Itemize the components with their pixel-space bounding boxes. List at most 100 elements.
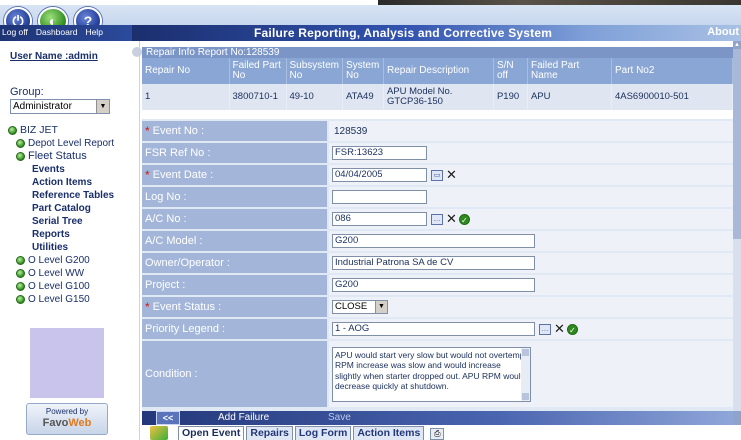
column-header: System No (342, 58, 384, 84)
tree-item-depot-level-report[interactable]: Depot Level Report (8, 137, 114, 150)
tree-item-reference-tables[interactable]: Reference Tables (8, 189, 114, 202)
priority-field[interactable]: 1 - AOG (332, 322, 535, 336)
tab-open-event[interactable]: Open Event (178, 426, 245, 440)
help-label[interactable]: Help (85, 27, 102, 37)
ac-model-field[interactable]: G200 (332, 234, 535, 248)
column-header: Repair No (142, 58, 230, 84)
action-bar: << Add Failure Save (142, 411, 733, 425)
node-bullet-icon (16, 282, 25, 291)
tree-item-utilities[interactable]: Utilities (8, 241, 114, 254)
log-off-label[interactable]: Log off (2, 27, 28, 37)
log-no-field[interactable] (332, 190, 427, 204)
node-bullet-icon (8, 126, 17, 135)
event-no-value: 128539 (334, 125, 368, 137)
clear-icon[interactable]: ✕ (446, 168, 457, 181)
ac-no-cell: 086 … ✕ ✓ (329, 209, 733, 229)
event-date-label: * Event Date : (142, 165, 327, 185)
tree-item-fleet-status[interactable]: Fleet Status (8, 150, 114, 163)
scroll-down-icon[interactable] (733, 411, 741, 425)
tree-item-o-level-g100[interactable]: O Level G100 (8, 280, 114, 293)
repair-table: Repair No Failed Part No Subsystem No Sy… (142, 58, 734, 110)
tree-item-biz-jet[interactable]: BIZ JET (8, 124, 114, 137)
table-cell: 4AS6900010-501 (611, 84, 734, 110)
tree-item-label: O Level WW (28, 268, 85, 279)
fsr-field[interactable]: FSR:13623 (332, 146, 427, 160)
label-text: Owner/Operator : (145, 257, 230, 269)
event-date-cell: 04/04/2005 ▭ ✕ (329, 165, 733, 185)
scroll-up-icon[interactable]: ▲ (733, 41, 741, 49)
tab-log-form[interactable]: Log Form (294, 426, 352, 440)
clear-icon[interactable]: ✕ (554, 322, 565, 335)
priority-label: Priority Legend : (142, 319, 327, 339)
tree-item-action-items[interactable]: Action Items (8, 176, 114, 189)
event-status-row: * Event Status : CLOSE ▼ (142, 297, 733, 317)
required-icon: * (145, 124, 150, 138)
condition-textarea[interactable]: APU would start very slow but would not … (332, 346, 531, 402)
clear-icon[interactable]: ✕ (446, 212, 457, 225)
tab-action-items[interactable]: Action Items (353, 426, 425, 440)
group-select[interactable]: Administrator ▼ (10, 99, 110, 114)
top-icon-label-bar: Log off Dashboard Help (0, 25, 132, 41)
calendar-icon[interactable]: ▭ (431, 169, 443, 181)
tab-repairs[interactable]: Repairs (246, 426, 293, 440)
event-status-select[interactable]: CLOSE ▼ (332, 300, 388, 314)
back-button[interactable]: << (156, 411, 180, 425)
condition-label: Condition : (142, 341, 327, 407)
node-bullet-icon (16, 295, 25, 304)
event-status-label: * Event Status : (142, 297, 327, 317)
tab-bar: Open Event Repairs Log Form Action Items… (142, 425, 741, 440)
priority-row: Priority Legend : 1 - AOG … ✕ ✓ (142, 319, 733, 339)
group-select-value: Administrator (13, 101, 72, 112)
collapse-icon[interactable] (132, 47, 142, 57)
add-failure-button[interactable]: Add Failure (218, 412, 269, 423)
chevron-down-icon[interactable]: ▼ (96, 100, 109, 113)
tree-item-serial-tree[interactable]: Serial Tree (8, 215, 114, 228)
user-name-link[interactable]: User Name :admin (10, 51, 98, 62)
log-no-row: Log No : (142, 187, 733, 207)
textarea-scrollbar[interactable] (521, 347, 530, 401)
tree-item-reports[interactable]: Reports (8, 228, 114, 241)
tree-item-label: Fleet Status (28, 150, 87, 162)
ac-no-row: A/C No : 086 … ✕ ✓ (142, 209, 733, 229)
tree-item-events[interactable]: Events (8, 163, 114, 176)
required-icon: * (145, 300, 150, 314)
scroll-thumb[interactable] (733, 49, 741, 239)
event-date-field[interactable]: 04/04/2005 (332, 168, 427, 182)
tree-item-o-level-g200[interactable]: O Level G200 (8, 254, 114, 267)
label-text: A/C No : (145, 213, 187, 225)
tree-item-o-level-ww[interactable]: O Level WW (8, 267, 114, 280)
owner-field[interactable]: Industrial Patrona SA de CV (332, 256, 535, 270)
ac-no-field[interactable]: 086 (332, 212, 427, 226)
group-label: Group: (10, 86, 44, 98)
confirm-icon[interactable]: ✓ (566, 323, 578, 335)
brand-logo: FavoWeb (27, 417, 107, 429)
label-text: Priority Legend : (145, 323, 226, 335)
confirm-icon[interactable]: ✓ (458, 213, 470, 225)
save-button[interactable]: Save (328, 412, 351, 423)
project-field[interactable]: G200 (332, 278, 535, 292)
table-cell: ATA49 (342, 84, 384, 110)
powered-by-label: Powered by (45, 407, 89, 416)
print-icon[interactable]: ⎙ (430, 428, 445, 440)
table-row[interactable]: 1 3800710-1 49-10 ATA49 APU Model No. GT… (142, 84, 734, 110)
tree-item-o-level-g150[interactable]: O Level G150 (8, 293, 114, 306)
tree-item-label: BIZ JET (20, 124, 58, 136)
fsr-cell: FSR:13623 (329, 143, 733, 163)
lookup-icon[interactable]: … (539, 323, 551, 335)
label-text: Event No : (152, 125, 205, 137)
tree-item-label: O Level G100 (28, 281, 90, 292)
label-text: Log No : (145, 191, 187, 203)
tree-item-label: Action Items (32, 177, 93, 188)
label-text: A/C Model : (145, 235, 203, 247)
dashboard-label[interactable]: Dashboard (36, 27, 78, 37)
about-link[interactable]: About (707, 26, 739, 38)
project-cell: G200 (329, 275, 733, 295)
chevron-down-icon[interactable]: ▼ (375, 301, 387, 313)
table-cell: APU (527, 84, 612, 110)
tree-item-label: O Level G150 (28, 294, 90, 305)
tree-item-part-catalog[interactable]: Part Catalog (8, 202, 114, 215)
page-scrollbar[interactable]: ▲ (733, 41, 741, 424)
lookup-icon[interactable]: … (431, 213, 443, 225)
owner-cell: Industrial Patrona SA de CV (329, 253, 733, 273)
tree-item-label: Depot Level Report (28, 138, 115, 149)
